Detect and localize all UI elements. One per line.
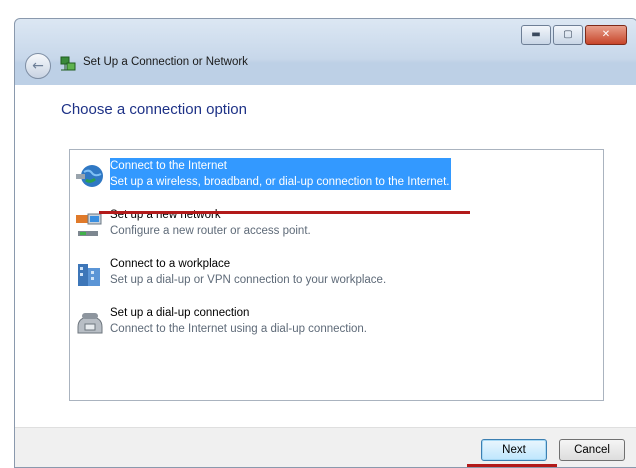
globe-icon bbox=[76, 165, 103, 187]
option-connect-internet[interactable]: Connect to the Internet Set up a wireles… bbox=[74, 158, 594, 198]
option-description: Set up a dial-up or VPN connection to yo… bbox=[110, 274, 387, 286]
minimize-button[interactable]: ▬ bbox=[521, 25, 551, 45]
option-description: Set up a wireless, broadband, or dial-up… bbox=[110, 176, 450, 188]
next-button[interactable]: Next bbox=[481, 439, 547, 461]
back-button[interactable]: ← bbox=[25, 53, 51, 79]
connection-options-list: Connect to the Internet Set up a wireles… bbox=[69, 149, 604, 401]
option-dialup[interactable]: Set up a dial-up connection Connect to t… bbox=[74, 305, 594, 345]
annotation-underline bbox=[99, 211, 470, 214]
option-text: Connect to the Internet Set up a wireles… bbox=[110, 158, 452, 190]
workplace-icon bbox=[78, 264, 100, 286]
option-text: Set up a dial-up connection Connect to t… bbox=[110, 305, 367, 337]
phone-icon bbox=[77, 313, 103, 334]
network-wizard-icon bbox=[60, 56, 76, 71]
option-description: Connect to the Internet using a dial-up … bbox=[110, 323, 368, 335]
page-heading: Choose a connection option bbox=[61, 101, 247, 118]
option-workplace[interactable]: Connect to a workplace Set up a dial-up … bbox=[74, 256, 594, 296]
maximize-button[interactable]: ▢ bbox=[553, 25, 583, 45]
option-title: Set up a dial-up connection bbox=[110, 307, 250, 319]
close-button[interactable]: ✕ bbox=[585, 25, 627, 45]
content-area: Choose a connection option Connect to th… bbox=[15, 85, 636, 427]
wizard-window: ▬ ▢ ✕ ← Set Up a Connection or Network C… bbox=[14, 18, 636, 468]
option-text: Connect to a workplace Set up a dial-up … bbox=[110, 256, 386, 288]
option-title: Connect to a workplace bbox=[110, 258, 231, 270]
wizard-title: Set Up a Connection or Network bbox=[83, 56, 248, 68]
footer-bar: Next Cancel bbox=[15, 427, 636, 467]
window-controls: ▬ ▢ ✕ bbox=[521, 25, 627, 45]
option-description: Configure a new router or access point. bbox=[110, 225, 311, 237]
cancel-button[interactable]: Cancel bbox=[559, 439, 625, 461]
back-arrow-icon: ← bbox=[32, 58, 44, 74]
option-title: Set up a new network bbox=[110, 209, 221, 221]
option-title: Connect to the Internet bbox=[110, 160, 227, 172]
